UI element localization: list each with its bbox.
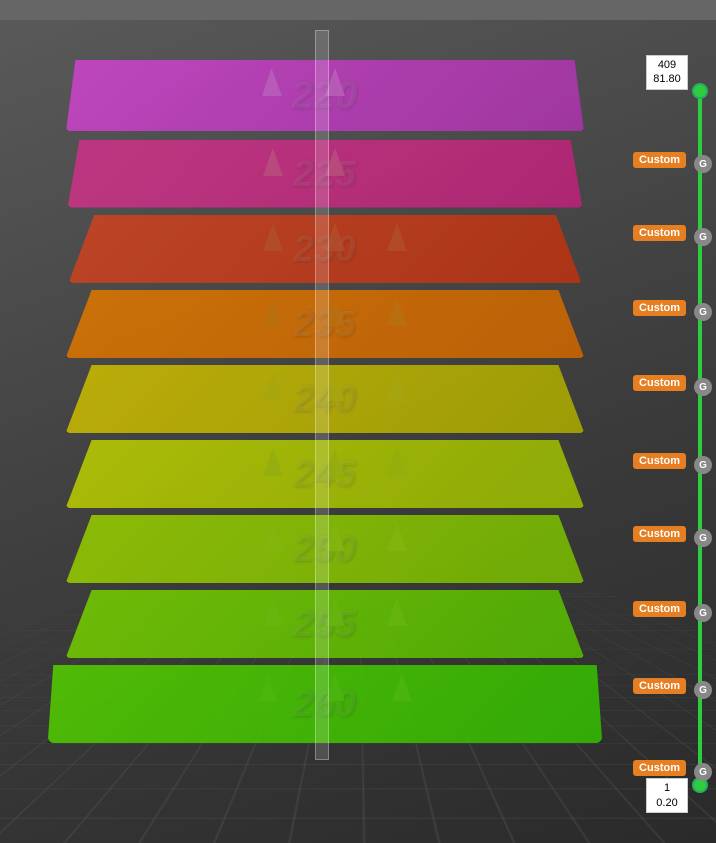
slider-top-value2: 81.80 <box>652 72 682 86</box>
g-button-7[interactable]: G <box>694 604 712 622</box>
layer-7: 250 <box>40 515 610 583</box>
g-button-8[interactable]: G <box>694 681 712 699</box>
g-button-4[interactable]: G <box>694 378 712 396</box>
custom-button-9[interactable]: Custom <box>633 760 686 776</box>
slider-top-value1: 409 <box>652 58 682 72</box>
custom-button-6[interactable]: Custom <box>633 526 686 542</box>
g-button-1[interactable]: G <box>694 155 712 173</box>
layer-4: 235 <box>40 290 610 358</box>
g-button-9[interactable]: G <box>694 763 712 781</box>
custom-button-5[interactable]: Custom <box>633 453 686 469</box>
layer-5: 240 <box>40 365 610 433</box>
slider-panel: 409 81.80 1 0.20 Custom G Custom G Custo… <box>626 0 716 843</box>
vertical-divider <box>315 30 329 760</box>
custom-button-2[interactable]: Custom <box>633 225 686 241</box>
g-button-5[interactable]: G <box>694 456 712 474</box>
custom-button-4[interactable]: Custom <box>633 375 686 391</box>
layer-8: 255 <box>40 590 610 658</box>
layer-9: 260 <box>30 665 620 743</box>
3d-viewport: 220 225 230 235 <box>0 0 716 843</box>
g-button-2[interactable]: G <box>694 228 712 246</box>
g-button-6[interactable]: G <box>694 529 712 547</box>
layer-1: 220 <box>36 60 613 131</box>
custom-button-7[interactable]: Custom <box>633 601 686 617</box>
g-button-3[interactable]: G <box>694 303 712 321</box>
slider-bottom-value2: 0.20 <box>652 796 682 810</box>
layer-3: 230 <box>40 215 610 283</box>
top-bar <box>0 0 716 20</box>
custom-button-1[interactable]: Custom <box>633 152 686 168</box>
grid-floor <box>0 591 716 843</box>
slider-top-knob[interactable] <box>692 83 708 99</box>
layer-2: 225 <box>38 140 612 208</box>
custom-button-8[interactable]: Custom <box>633 678 686 694</box>
slider-top-label: 409 81.80 <box>646 55 688 90</box>
layer-stack: 220 225 230 235 <box>30 20 600 810</box>
custom-button-3[interactable]: Custom <box>633 300 686 316</box>
slider-bottom-value1: 1 <box>652 781 682 795</box>
layer-6: 245 <box>40 440 610 508</box>
slider-bottom-label: 1 0.20 <box>646 778 688 813</box>
